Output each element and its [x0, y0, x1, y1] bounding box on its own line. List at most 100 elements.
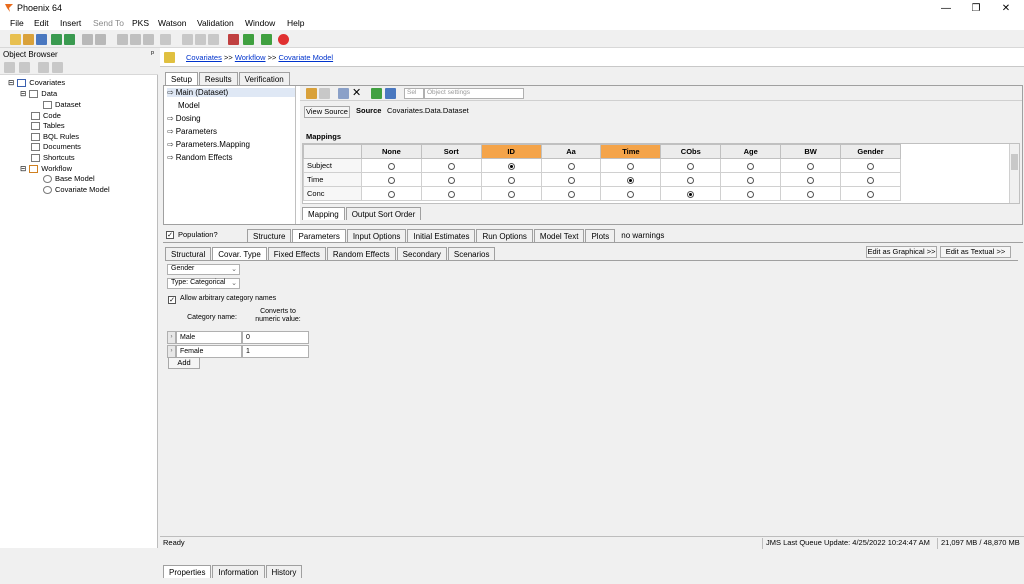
- category-value-input[interactable]: 0: [242, 331, 309, 344]
- covariate-select[interactable]: Gender ⌄: [167, 264, 240, 275]
- covariate-type-select[interactable]: Type: Categorical ⌄: [167, 278, 240, 289]
- col-aa[interactable]: Aa: [540, 144, 602, 159]
- menu-window[interactable]: Window: [245, 18, 275, 28]
- mapping-radio[interactable]: [447, 162, 455, 170]
- tab-random-effects[interactable]: Random Effects: [326, 247, 396, 260]
- mapping-radio[interactable]: [747, 176, 755, 184]
- mapping-radio[interactable]: [627, 190, 635, 198]
- export-icon[interactable]: [64, 34, 75, 45]
- tab-structure[interactable]: Structure: [247, 229, 292, 242]
- maximize-button[interactable]: ❐: [966, 2, 986, 15]
- tab-scenarios[interactable]: Scenarios: [447, 247, 496, 260]
- tab-initial-estimates[interactable]: Initial Estimates: [407, 229, 476, 242]
- view-source-button[interactable]: View Source: [304, 106, 350, 118]
- grid-icon[interactable]: [160, 34, 171, 45]
- tab-structural[interactable]: Structural: [165, 247, 212, 260]
- pin-icon[interactable]: ᵖ: [151, 49, 154, 58]
- tab-output-sort-order[interactable]: Output Sort Order: [345, 207, 422, 220]
- mapping-radio[interactable]: [387, 162, 395, 170]
- col-cobs[interactable]: CObs: [660, 144, 722, 159]
- mapping-radio[interactable]: [687, 190, 695, 198]
- menu-validation[interactable]: Validation: [197, 18, 234, 28]
- col-time[interactable]: Time: [600, 144, 662, 159]
- tree-item-shortcuts[interactable]: Shortcuts: [31, 153, 75, 162]
- menu-pks[interactable]: PKS: [132, 18, 149, 28]
- tab-verification[interactable]: Verification: [238, 72, 290, 85]
- mapping-radio[interactable]: [807, 176, 815, 184]
- tab-information[interactable]: Information: [212, 565, 265, 578]
- tree-item-data[interactable]: ⊟ Data: [20, 89, 57, 98]
- tree-copy-icon[interactable]: [38, 62, 49, 73]
- tree-item-covariate-model[interactable]: Covariate Model: [43, 185, 110, 194]
- tab-properties[interactable]: Properties: [163, 565, 212, 578]
- mapping-radio[interactable]: [627, 176, 635, 184]
- mapping-radio[interactable]: [867, 162, 874, 170]
- allow-arbitrary-checkbox[interactable]: ✓: [168, 295, 176, 304]
- tree-item-workflow[interactable]: ⊟ Workflow: [20, 164, 72, 173]
- menu-watson[interactable]: Watson: [158, 18, 187, 28]
- stop-doc-icon[interactable]: [228, 34, 239, 45]
- col-id[interactable]: ID: [480, 144, 542, 159]
- print-icon[interactable]: [82, 34, 93, 45]
- open-folder-icon[interactable]: [23, 34, 34, 45]
- open-icon[interactable]: [306, 88, 317, 99]
- mapping-radio[interactable]: [447, 176, 455, 184]
- tab-parameters[interactable]: Parameters: [292, 229, 346, 242]
- unlink-icon[interactable]: [195, 34, 206, 45]
- col-gender[interactable]: Gender: [840, 144, 901, 159]
- mapping-radio[interactable]: [627, 162, 635, 170]
- link-icon[interactable]: [182, 34, 193, 45]
- tab-setup[interactable]: Setup: [165, 72, 198, 85]
- mapping-radio[interactable]: [867, 176, 874, 184]
- setup-item-parameters-mapping[interactable]: ⇨ Parameters.Mapping: [167, 140, 250, 149]
- setup-item-parameters[interactable]: ⇨ Parameters: [167, 127, 217, 136]
- run-icon[interactable]: [243, 34, 254, 45]
- menu-insert[interactable]: Insert: [60, 18, 81, 28]
- mappings-scrollbar[interactable]: [1009, 144, 1019, 203]
- copy-icon[interactable]: [130, 34, 141, 45]
- tab-results[interactable]: Results: [198, 72, 238, 85]
- mapping-radio[interactable]: [507, 190, 515, 198]
- print-preview-icon[interactable]: [95, 34, 106, 45]
- category-name-input[interactable]: Male: [176, 331, 242, 344]
- tab-secondary[interactable]: Secondary: [396, 247, 447, 260]
- category-value-input[interactable]: 1: [242, 345, 309, 358]
- mapping-radio[interactable]: [567, 190, 575, 198]
- breadcrumb-covariates[interactable]: Covariates: [186, 53, 222, 62]
- delete-x-icon[interactable]: ✕: [352, 86, 361, 99]
- object-settings-input[interactable]: Object settings: [424, 88, 524, 99]
- tree-item-covariates[interactable]: ⊟ Covariates: [8, 78, 65, 87]
- col-none[interactable]: None: [360, 144, 422, 159]
- mapping-radio[interactable]: [387, 176, 395, 184]
- mapping-radio[interactable]: [507, 162, 515, 170]
- delete-icon[interactable]: [208, 34, 219, 45]
- tab-run-options[interactable]: Run Options: [476, 229, 533, 242]
- tab-input-options[interactable]: Input Options: [346, 229, 407, 242]
- mapping-radio[interactable]: [567, 162, 575, 170]
- tab-fixed-effects[interactable]: Fixed Effects: [267, 247, 326, 260]
- col-sort[interactable]: Sort: [420, 144, 482, 159]
- category-row-selector[interactable]: ›: [167, 331, 176, 344]
- tree-expand-icon[interactable]: [4, 62, 15, 73]
- import-icon[interactable]: [51, 34, 62, 45]
- tab-model-text[interactable]: Model Text: [533, 229, 585, 242]
- col-bw[interactable]: BW: [780, 144, 842, 159]
- tree-item-documents[interactable]: Documents: [31, 142, 81, 151]
- mapping-radio[interactable]: [747, 190, 755, 198]
- mapping-radio[interactable]: [747, 162, 755, 170]
- menu-send-to[interactable]: Send To: [93, 18, 124, 28]
- tab-mapping[interactable]: Mapping: [302, 207, 345, 220]
- tab-plots[interactable]: Plots: [585, 229, 616, 242]
- save-blue-icon[interactable]: [385, 88, 396, 99]
- add-category-button[interactable]: Add: [168, 357, 200, 369]
- setup-item-dosing[interactable]: ⇨ Dosing: [167, 114, 201, 123]
- tree-item-dataset[interactable]: Dataset: [43, 100, 81, 109]
- close-button[interactable]: ✕: [996, 2, 1016, 15]
- save-icon[interactable]: [36, 34, 47, 45]
- tree-collapse-icon[interactable]: [19, 62, 30, 73]
- menu-edit[interactable]: Edit: [34, 18, 49, 28]
- cut-icon[interactable]: [117, 34, 128, 45]
- tab-covar-type[interactable]: Covar. Type: [212, 247, 267, 260]
- add-green-icon[interactable]: [371, 88, 382, 99]
- up-arrow-icon[interactable]: [164, 52, 175, 63]
